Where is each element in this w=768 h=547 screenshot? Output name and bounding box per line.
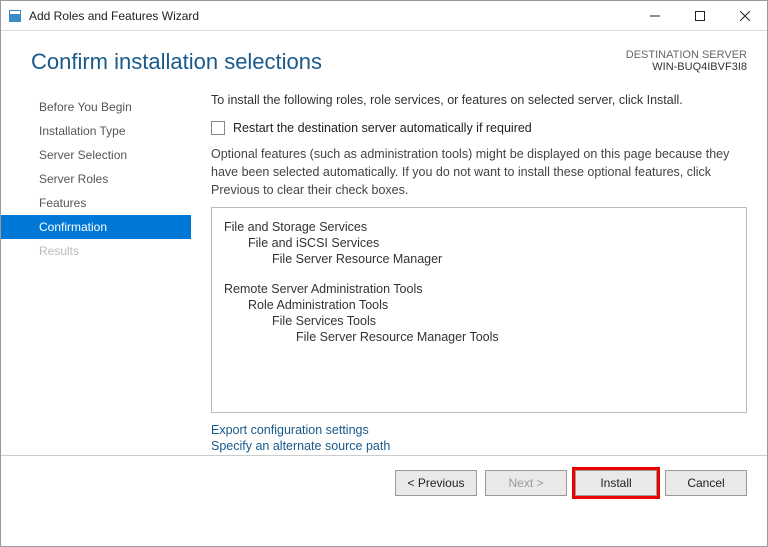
sidebar-step-features[interactable]: Features: [1, 191, 191, 215]
cancel-button[interactable]: Cancel: [665, 470, 747, 496]
feature-item: File and iSCSI Services: [248, 236, 734, 250]
feature-item: Remote Server Administration Tools: [224, 282, 734, 296]
maximize-button[interactable]: [677, 1, 722, 30]
window-title: Add Roles and Features Wizard: [29, 9, 632, 23]
feature-item: File Server Resource Manager Tools: [296, 330, 734, 344]
wizard-steps-sidebar: Before You BeginInstallation TypeServer …: [1, 85, 191, 455]
intro-text: To install the following roles, role ser…: [211, 93, 747, 107]
install-button[interactable]: Install: [575, 470, 657, 496]
sidebar-step-installation-type[interactable]: Installation Type: [1, 119, 191, 143]
links-area: Export configuration settings Specify an…: [211, 421, 747, 455]
content-pane: To install the following roles, role ser…: [191, 85, 747, 455]
sidebar-step-server-roles[interactable]: Server Roles: [1, 167, 191, 191]
header: Confirm installation selections DESTINAT…: [1, 31, 767, 85]
sidebar-step-server-selection[interactable]: Server Selection: [1, 143, 191, 167]
footer-buttons: < Previous Next > Install Cancel: [1, 455, 767, 509]
restart-checkbox[interactable]: [211, 121, 225, 135]
sidebar-step-confirmation[interactable]: Confirmation: [1, 215, 191, 239]
selected-features-list[interactable]: File and Storage Services File and iSCSI …: [211, 207, 747, 413]
sidebar-step-before-you-begin[interactable]: Before You Begin: [1, 95, 191, 119]
feature-item: File Server Resource Manager: [272, 252, 734, 266]
page-title: Confirm installation selections: [31, 49, 626, 75]
feature-item: Role Administration Tools: [248, 298, 734, 312]
destination-server-name: WIN-BUQ4IBVF3I8: [626, 61, 747, 73]
optional-features-note: Optional features (such as administratio…: [211, 145, 747, 199]
previous-button[interactable]: < Previous: [395, 470, 477, 496]
destination-server-info: DESTINATION SERVER WIN-BUQ4IBVF3I8: [626, 49, 747, 75]
sidebar-step-results: Results: [1, 239, 191, 263]
window-controls: [632, 1, 767, 30]
minimize-button[interactable]: [632, 1, 677, 30]
feature-item: File and Storage Services: [224, 220, 734, 234]
next-button: Next >: [485, 470, 567, 496]
feature-item: File Services Tools: [272, 314, 734, 328]
export-config-link[interactable]: Export configuration settings: [211, 423, 747, 437]
app-icon: [7, 8, 23, 24]
restart-checkbox-label: Restart the destination server automatic…: [233, 121, 532, 135]
restart-checkbox-row[interactable]: Restart the destination server automatic…: [211, 121, 747, 135]
destination-label: DESTINATION SERVER: [626, 49, 747, 61]
alternate-source-link[interactable]: Specify an alternate source path: [211, 439, 747, 453]
main-area: Before You BeginInstallation TypeServer …: [1, 85, 767, 455]
titlebar: Add Roles and Features Wizard: [1, 1, 767, 31]
close-button[interactable]: [722, 1, 767, 30]
